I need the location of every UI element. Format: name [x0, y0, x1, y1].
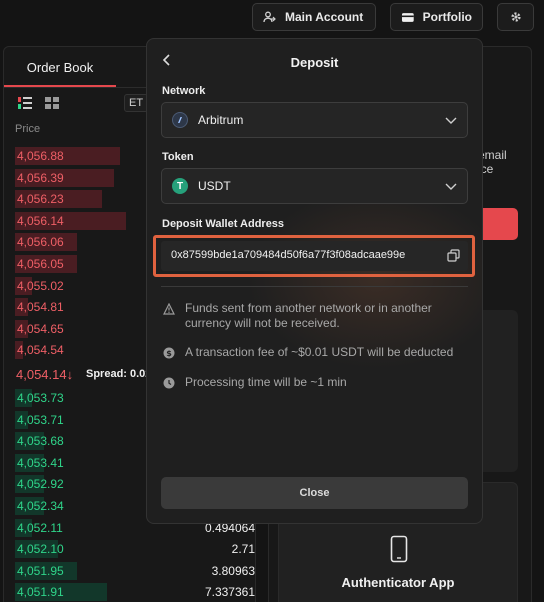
spread-price: 4,054.14 [16, 367, 67, 382]
warning-icon [163, 303, 175, 315]
ask-price: 4,054.81 [17, 300, 64, 315]
authenticator-label: Authenticator App [341, 575, 455, 590]
bid-price: 4,053.41 [17, 455, 64, 470]
tab-order-book[interactable]: Order Book [4, 47, 116, 87]
close-button[interactable]: Close [161, 477, 468, 509]
bid-price: 4,051.95 [17, 563, 64, 578]
clock-icon [163, 377, 175, 389]
bid-price: 4,052.10 [17, 542, 64, 557]
note-text: Processing time will be ~1 min [185, 375, 347, 389]
symbol-selector[interactable]: ET [124, 94, 149, 112]
network-label: Network [162, 85, 206, 97]
chevron-down-icon [445, 183, 457, 190]
ask-price: 4,056.88 [17, 149, 64, 163]
note-network-warning: Funds sent from another network or in an… [163, 301, 468, 331]
settings-button[interactable] [497, 3, 534, 31]
modal-title: Deposit [290, 55, 339, 70]
note-text: A transaction fee of ~$0.01 USDT will be… [185, 345, 454, 359]
ask-price: 4,054.65 [17, 321, 64, 336]
bid-price: 4,052.34 [17, 499, 64, 513]
address-label: Deposit Wallet Address [162, 218, 285, 230]
deposit-modal: Deposit Network Arbitrum Token T USDT De… [146, 38, 483, 524]
ask-price: 4,056.39 [17, 170, 64, 185]
gear-icon [510, 12, 521, 22]
bid-row[interactable]: 4,051.91 7.337361 [15, 583, 255, 602]
bid-price: 4,051.91 [17, 585, 64, 600]
wallet-icon [401, 13, 414, 22]
copy-icon[interactable] [447, 249, 460, 262]
bid-quantity: 2.71 [231, 542, 255, 557]
ask-price: 4,056.05 [17, 257, 64, 271]
spread-label: Spread: 0.02 [86, 368, 152, 380]
token-value: USDT [198, 179, 231, 193]
account-switch-icon [263, 11, 276, 23]
portfolio-label: Portfolio [422, 10, 472, 24]
ask-price: 4,056.06 [17, 235, 64, 250]
option-card[interactable] [480, 310, 518, 472]
dollar-icon: $ [163, 347, 175, 359]
token-select[interactable]: T USDT [161, 168, 468, 204]
portfolio-button[interactable]: Portfolio [390, 3, 483, 31]
ask-price: 4,056.23 [17, 192, 64, 207]
bid-price: 4,053.71 [17, 412, 64, 427]
price-down-arrow-icon: ↓ [66, 367, 74, 382]
arbitrum-icon [172, 112, 188, 128]
network-select[interactable]: Arbitrum [161, 102, 468, 138]
modal-glow [247, 189, 482, 369]
book-view-grid-icon[interactable] [45, 97, 59, 109]
note-fee: $ A transaction fee of ~$0.01 USDT will … [163, 345, 468, 360]
bid-row[interactable]: 4,052.10 2.71 [15, 540, 255, 559]
phone-icon [390, 535, 408, 563]
main-account-button[interactable]: Main Account [252, 3, 376, 31]
bid-quantity: 7.337361 [204, 585, 255, 600]
svg-text:$: $ [166, 349, 172, 358]
book-view-both-icon[interactable] [18, 97, 32, 109]
address-value: 0x87599bde1a709484d50f6a77f3f08adcaae99e [171, 249, 406, 261]
usdt-icon: T [172, 178, 188, 194]
chevron-down-icon [445, 117, 457, 124]
bid-price: 4,052.92 [17, 477, 64, 492]
address-field[interactable]: 0x87599bde1a709484d50f6a77f3f08adcaae99e [161, 241, 468, 271]
bid-price: 4,053.73 [17, 391, 64, 405]
bid-row[interactable]: 4,051.95 3.80963 [15, 561, 255, 580]
main-account-label: Main Account [285, 10, 364, 24]
ask-price: 4,054.54 [17, 343, 64, 358]
divider [161, 286, 468, 287]
ask-price: 4,055.02 [17, 278, 64, 293]
ask-price: 4,056.14 [17, 213, 64, 228]
bid-price: 4,052.11 [17, 520, 63, 535]
network-value: Arbitrum [198, 113, 244, 127]
bid-quantity: 3.80963 [211, 563, 255, 578]
price-column-header: Price [15, 123, 41, 135]
token-label: Token [162, 151, 194, 163]
bid-price: 4,053.68 [17, 434, 64, 449]
note-text: Funds sent from another network or in an… [185, 301, 432, 330]
note-processing-time: Processing time will be ~1 min [163, 375, 468, 390]
